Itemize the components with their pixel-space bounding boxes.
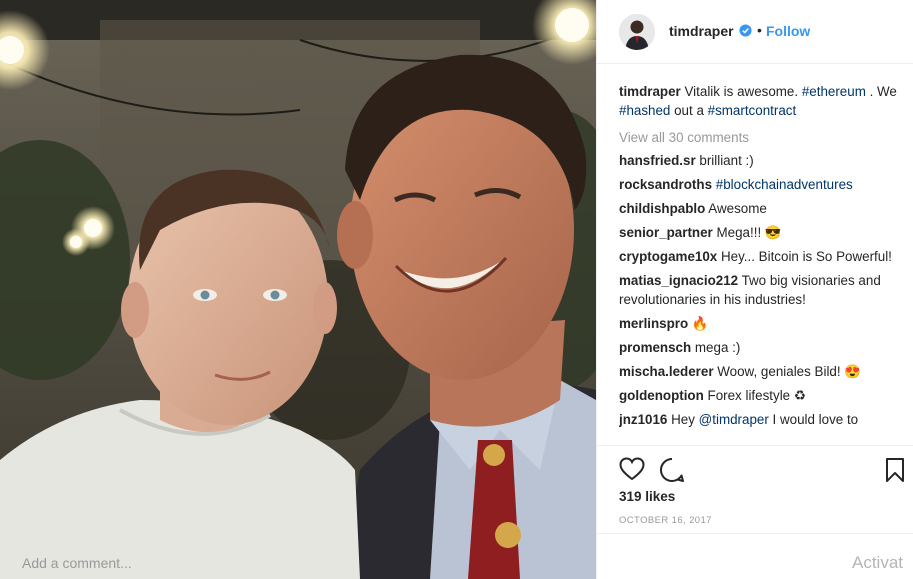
view-all-comments-link[interactable]: View all 30 comments — [619, 128, 899, 147]
comment-username[interactable]: jnz1016 — [619, 412, 667, 427]
post-caption: timdraper Vitalik is awesome. #ethereum … — [619, 82, 899, 120]
comment-item: mischa.lederer Woow, geniales Bild! 😍 — [619, 362, 899, 381]
comment-username[interactable]: mischa.lederer — [619, 364, 714, 379]
comment-text: Hey — [667, 412, 699, 427]
post-header: timdraper • Follow — [597, 0, 913, 64]
comment-text: brilliant :) — [695, 153, 754, 168]
comment-text: Mega!!! 😎 — [712, 225, 782, 240]
add-comment-input[interactable] — [22, 555, 232, 571]
hashtag-hashed[interactable]: #hashed — [619, 103, 670, 118]
comment-text: Forex lifestyle ♻ — [703, 388, 806, 403]
avatar[interactable] — [619, 14, 655, 50]
comment-username[interactable]: merlinspro — [619, 316, 688, 331]
hashtag-blockchainadventures[interactable]: #blockchainadventures — [716, 177, 853, 192]
photo-illustration — [0, 0, 596, 579]
likes-count[interactable]: 319 likes — [619, 489, 675, 504]
comment-item: hansfried.sr brilliant :) — [619, 151, 899, 170]
comment-username[interactable]: cryptogame10x — [619, 249, 717, 264]
comment-text: Hey... Bitcoin is So Powerful! — [717, 249, 892, 264]
bookmark-icon[interactable] — [885, 457, 905, 488]
comment-username[interactable]: promensch — [619, 340, 691, 355]
post-sidebar: timdraper • Follow timdraper Vitalik is … — [596, 0, 913, 579]
verified-badge-icon — [739, 24, 752, 37]
windows-activation-watermark: Activat — [852, 553, 904, 572]
avatar-image — [619, 14, 655, 50]
caption-text-3: out a — [670, 103, 708, 118]
comment-item: goldenoption Forex lifestyle ♻ — [619, 386, 899, 405]
comment-username[interactable]: goldenoption — [619, 388, 704, 403]
comment-text: 🔥 — [688, 316, 709, 331]
comments-list[interactable]: timdraper Vitalik is awesome. #ethereum … — [619, 82, 899, 442]
comment-item: senior_partner Mega!!! 😎 — [619, 223, 899, 242]
comment-username[interactable]: hansfried.sr — [619, 153, 696, 168]
comment-text: Awesome — [705, 201, 767, 216]
comment-item: matias_ignacio212 Two big visionaries an… — [619, 271, 899, 309]
comment-text: mega :) — [691, 340, 741, 355]
comment-item: childishpablo Awesome — [619, 199, 899, 218]
comment-item: merlinspro 🔥 — [619, 314, 899, 333]
heart-icon[interactable] — [619, 457, 645, 486]
post-photo[interactable] — [0, 0, 596, 579]
comment-username[interactable]: childishpablo — [619, 201, 705, 216]
mention-link[interactable]: @timdraper — [699, 412, 769, 427]
header-separator: • — [757, 22, 762, 38]
hashtag-smartcontract[interactable]: #smartcontract — [708, 103, 797, 118]
comment-item: promensch mega :) — [619, 338, 899, 357]
post-actions — [597, 445, 913, 489]
comment-text-2: I would love to — [768, 412, 859, 427]
caption-username[interactable]: timdraper — [619, 84, 681, 99]
comment-item: cryptogame10x Hey... Bitcoin is So Power… — [619, 247, 899, 266]
caption-text-1: Vitalik is awesome. — [680, 84, 802, 99]
comment-item: rocksandroths #blockchainadventures — [619, 175, 899, 194]
post-date[interactable]: OCTOBER 16, 2017 — [619, 515, 712, 526]
comment-username[interactable]: rocksandroths — [619, 177, 712, 192]
comment-username[interactable]: senior_partner — [619, 225, 713, 240]
comment-text: Woow, geniales Bild! 😍 — [713, 364, 861, 379]
caption-text-2: . We — [865, 84, 897, 99]
header-username[interactable]: timdraper — [669, 23, 734, 39]
comment-username[interactable]: matias_ignacio212 — [619, 273, 738, 288]
comment-item: jnz1016 Hey @timdraper I would love to — [619, 410, 899, 429]
comment-icon[interactable] — [659, 457, 685, 488]
hashtag-ethereum[interactable]: #ethereum — [802, 84, 866, 99]
follow-button[interactable]: Follow — [766, 23, 810, 39]
